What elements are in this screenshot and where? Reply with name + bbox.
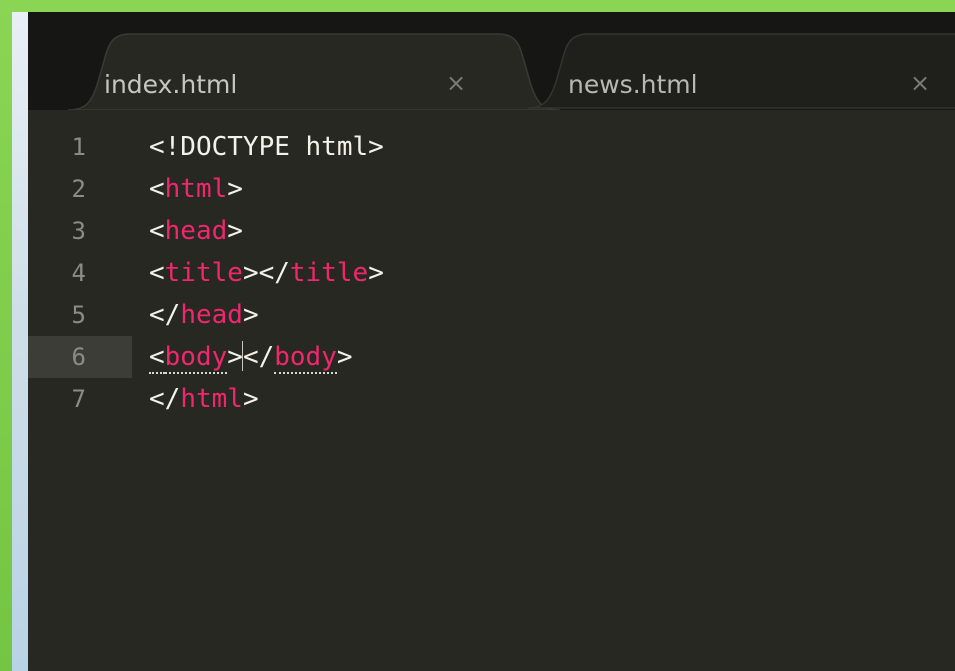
code-line[interactable]: </head> bbox=[149, 294, 259, 336]
code-line[interactable]: <head> bbox=[149, 210, 243, 252]
code-line[interactable]: <html> bbox=[149, 168, 243, 210]
tag-name-token: body bbox=[274, 342, 337, 374]
code-line[interactable]: <body></body> bbox=[149, 336, 353, 378]
tab-news-html[interactable]: news.html × bbox=[528, 32, 955, 110]
tab-index-html[interactable]: index.html × bbox=[68, 32, 560, 110]
line-number: 5 bbox=[71, 301, 86, 329]
code-editor[interactable]: 1234567 <!DOCTYPE html> <html> <head> <titl… bbox=[28, 110, 955, 671]
line-number: 7 bbox=[71, 385, 86, 413]
syntax-token: </ bbox=[242, 342, 275, 372]
tag-name-token: html bbox=[164, 174, 228, 204]
syntax-token: ></ bbox=[242, 258, 290, 288]
syntax-token: > bbox=[227, 174, 243, 204]
code-line[interactable]: <title></title> bbox=[149, 252, 384, 294]
syntax-token: > bbox=[227, 342, 243, 372]
tag-name-token: head bbox=[180, 300, 243, 330]
tab-label: news.html bbox=[568, 70, 698, 99]
syntax-token: < bbox=[149, 216, 165, 246]
code-line[interactable]: <!DOCTYPE html> bbox=[149, 126, 384, 168]
code-line[interactable]: </html> bbox=[149, 378, 259, 420]
line-number: 2 bbox=[71, 175, 86, 203]
close-icon[interactable]: × bbox=[910, 71, 930, 95]
syntax-token: > bbox=[227, 216, 243, 246]
syntax-token: < bbox=[149, 174, 165, 204]
line-number: 6 bbox=[71, 343, 86, 371]
syntax-token: < bbox=[149, 342, 165, 374]
tag-name-token: html bbox=[180, 384, 243, 414]
tag-name-token: head bbox=[164, 216, 228, 246]
line-number: 4 bbox=[71, 259, 86, 287]
editor-window: index.html × news.html × 1 2 3 4 5 6 7 <!DOCTY… bbox=[28, 12, 955, 671]
syntax-token: > bbox=[242, 384, 259, 414]
tag-name-token: title bbox=[164, 258, 243, 288]
line-number: 3 bbox=[71, 217, 86, 245]
syntax-token: > bbox=[336, 342, 353, 372]
line-number: 1 bbox=[71, 133, 86, 161]
close-icon[interactable]: × bbox=[446, 71, 466, 95]
syntax-token: > bbox=[368, 258, 384, 288]
syntax-token: > bbox=[242, 300, 259, 330]
syntax-token: < bbox=[149, 258, 165, 288]
syntax-token: <!DOCTYPE html> bbox=[149, 132, 384, 162]
tab-label: index.html bbox=[104, 70, 238, 99]
syntax-token: </ bbox=[149, 300, 181, 330]
tag-name-token: title bbox=[289, 258, 369, 288]
tag-name-token: body bbox=[164, 342, 228, 374]
syntax-token: </ bbox=[149, 384, 181, 414]
side-panel-edge bbox=[12, 12, 28, 671]
tab-bar: index.html × news.html × bbox=[28, 12, 955, 110]
